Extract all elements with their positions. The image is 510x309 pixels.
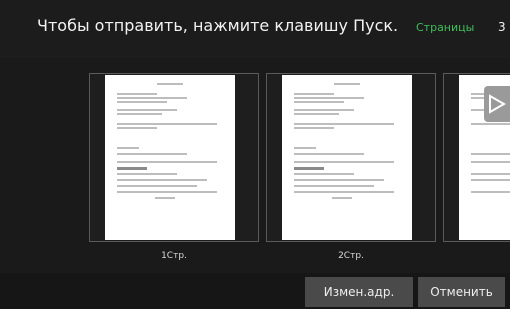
document-page-preview (282, 75, 412, 240)
page-label-2: 2Стр. (338, 251, 364, 261)
change-address-button[interactable]: Измен.адр. (305, 277, 413, 307)
page-thumbnail-2[interactable] (266, 73, 436, 242)
cancel-button[interactable]: Отменить (418, 277, 505, 307)
pages-label: Страницы (416, 21, 475, 34)
page-thumbnail-1[interactable] (89, 73, 259, 242)
pages-count: 3 (498, 20, 506, 34)
send-instruction-text: Чтобы отправить, нажмите клавишу Пуск. (37, 16, 399, 35)
document-page-preview (105, 75, 235, 240)
page-label-1: 1Стр. (161, 251, 187, 261)
status-header: Чтобы отправить, нажмите клавишу Пуск. С… (0, 0, 510, 58)
action-bar: Измен.адр. Отменить (0, 273, 510, 309)
next-page-button[interactable] (484, 86, 510, 122)
page-preview-strip[interactable]: 1Стр. 2Стр. (0, 58, 510, 273)
